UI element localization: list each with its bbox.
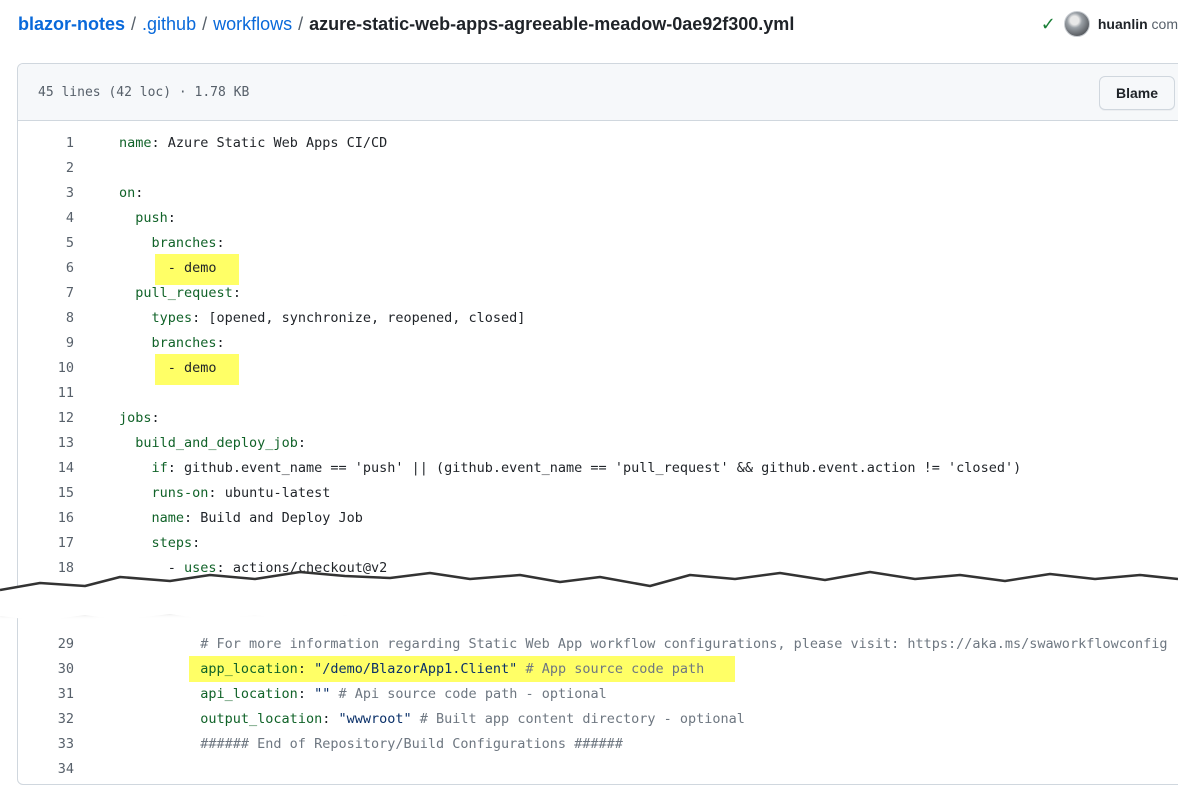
latest-commit-info: ✓ huanlin com (1041, 10, 1178, 38)
line-code: - demo (119, 260, 217, 276)
line-number[interactable]: 16 (18, 506, 74, 531)
line-number[interactable]: 2 (18, 156, 74, 181)
breadcrumb-separator: / (131, 14, 137, 34)
code-line: 30 app_location: "/demo/BlazorApp1.Clien… (18, 657, 1178, 682)
check-icon[interactable]: ✓ (1041, 14, 1056, 35)
code-line: 6 - demo (18, 256, 1178, 281)
code-line: 3 on: (18, 181, 1178, 206)
line-number[interactable]: 13 (18, 431, 74, 456)
line-number[interactable]: 11 (18, 381, 74, 406)
code-line: 18 - uses: actions/checkout@v2 (18, 556, 1178, 581)
code-line: 17 steps: (18, 531, 1178, 556)
line-number[interactable]: 14 (18, 456, 74, 481)
line-number[interactable]: 1 (18, 131, 74, 156)
line-code: - uses: actions/checkout@v2 (119, 560, 388, 576)
line-code: branches: (151, 335, 225, 351)
blame-button[interactable]: Blame (1099, 76, 1176, 110)
line-number[interactable]: 17 (18, 531, 74, 556)
line-code: jobs: (119, 410, 160, 426)
line-code: # For more information regarding Static … (119, 636, 1168, 652)
line-code: build_and_deploy_job: (135, 435, 306, 451)
commit-author-link[interactable]: huanlin (1098, 16, 1148, 32)
line-number[interactable]: 32 (18, 707, 74, 732)
line-number[interactable]: 30 (18, 657, 74, 682)
line-number[interactable]: 9 (18, 331, 74, 356)
breadcrumb: blazor-notes / .github / workflows / azure-sta… (18, 12, 794, 36)
line-code: branches: (151, 235, 225, 251)
line-code: steps: (151, 535, 201, 551)
line-number[interactable]: 7 (18, 281, 74, 306)
line-code: pull_request: (135, 285, 241, 301)
line-code: runs-on: ubuntu-latest (151, 485, 331, 501)
code-line: 32 output_location: "wwwroot" # Built ap… (18, 707, 1178, 732)
code-line: 5 branches: (18, 231, 1178, 256)
line-number[interactable]: 3 (18, 181, 74, 206)
breadcrumb-workflows-folder-link[interactable]: workflows (213, 14, 292, 34)
breadcrumb-separator: / (298, 14, 304, 34)
line-number[interactable]: 31 (18, 682, 74, 707)
code-line: 13 build_and_deploy_job: (18, 431, 1178, 456)
line-number[interactable]: 6 (18, 256, 74, 281)
code-line: 1 name: Azure Static Web Apps CI/CD (18, 131, 1178, 156)
file-meta: 45 lines (42 loc) · 1.78 KB (38, 85, 250, 100)
code-line: 11 (18, 381, 1178, 406)
line-number[interactable]: 4 (18, 206, 74, 231)
code-line: 15 runs-on: ubuntu-latest (18, 481, 1178, 506)
line-code: ###### End of Repository/Build Configura… (119, 736, 623, 752)
line-number[interactable]: 12 (18, 406, 74, 431)
line-code: if: github.event_name == 'push' || (gith… (151, 460, 1022, 476)
code-line: 7 pull_request: (18, 281, 1178, 306)
file-header: 45 lines (42 loc) · 1.78 KB Blame (18, 64, 1178, 121)
line-code: push: (135, 210, 176, 226)
line-code: name: Build and Deploy Job (151, 510, 363, 526)
line-code: api_location: "" # Api source code path … (200, 686, 607, 702)
line-number[interactable]: 18 (18, 556, 74, 581)
line-number[interactable]: 29 (18, 632, 74, 657)
breadcrumb-file-name: azure-static-web-apps-agreeable-meadow-0… (309, 14, 795, 34)
line-code: on: (119, 185, 144, 201)
line-code: - demo (119, 360, 217, 376)
line-code: output_location: "wwwroot" # Built app c… (200, 711, 745, 727)
line-number[interactable]: 15 (18, 481, 74, 506)
code-line: 8 types: [opened, synchronize, reopened,… (18, 306, 1178, 331)
avatar[interactable] (1063, 11, 1090, 37)
code-line: 4 push: (18, 206, 1178, 231)
line-number[interactable]: 10 (18, 356, 74, 381)
code-line: 10 - demo (18, 356, 1178, 381)
line-code: name: Azure Static Web Apps CI/CD (119, 135, 388, 151)
line-code: types: [opened, synchronize, reopened, c… (151, 310, 526, 326)
breadcrumb-github-folder-link[interactable]: .github (142, 14, 196, 34)
code-line: 9 branches: (18, 331, 1178, 356)
code-line: 14 if: github.event_name == 'push' || (g… (18, 456, 1178, 481)
file-viewer: 45 lines (42 loc) · 1.78 KB Blame 1 name:… (17, 63, 1178, 785)
code-line: 31 api_location: "" # Api source code pa… (18, 682, 1178, 707)
breadcrumb-repo-link[interactable]: blazor-notes (18, 14, 125, 34)
code-line: 12 jobs: (18, 406, 1178, 431)
code-line: 16 name: Build and Deploy Job (18, 506, 1178, 531)
commit-message-text[interactable]: com (1152, 16, 1178, 32)
line-number[interactable]: 33 (18, 732, 74, 757)
line-code: app_location: "/demo/BlazorApp1.Client" … (200, 661, 705, 677)
code-line: 2 (18, 156, 1178, 181)
code-line: 33 ###### End of Repository/Build Config… (18, 732, 1178, 757)
line-number[interactable]: 5 (18, 231, 74, 256)
code-line: 29 # For more information regarding Stat… (18, 632, 1178, 657)
line-number[interactable]: 8 (18, 306, 74, 331)
breadcrumb-separator: / (202, 14, 208, 34)
